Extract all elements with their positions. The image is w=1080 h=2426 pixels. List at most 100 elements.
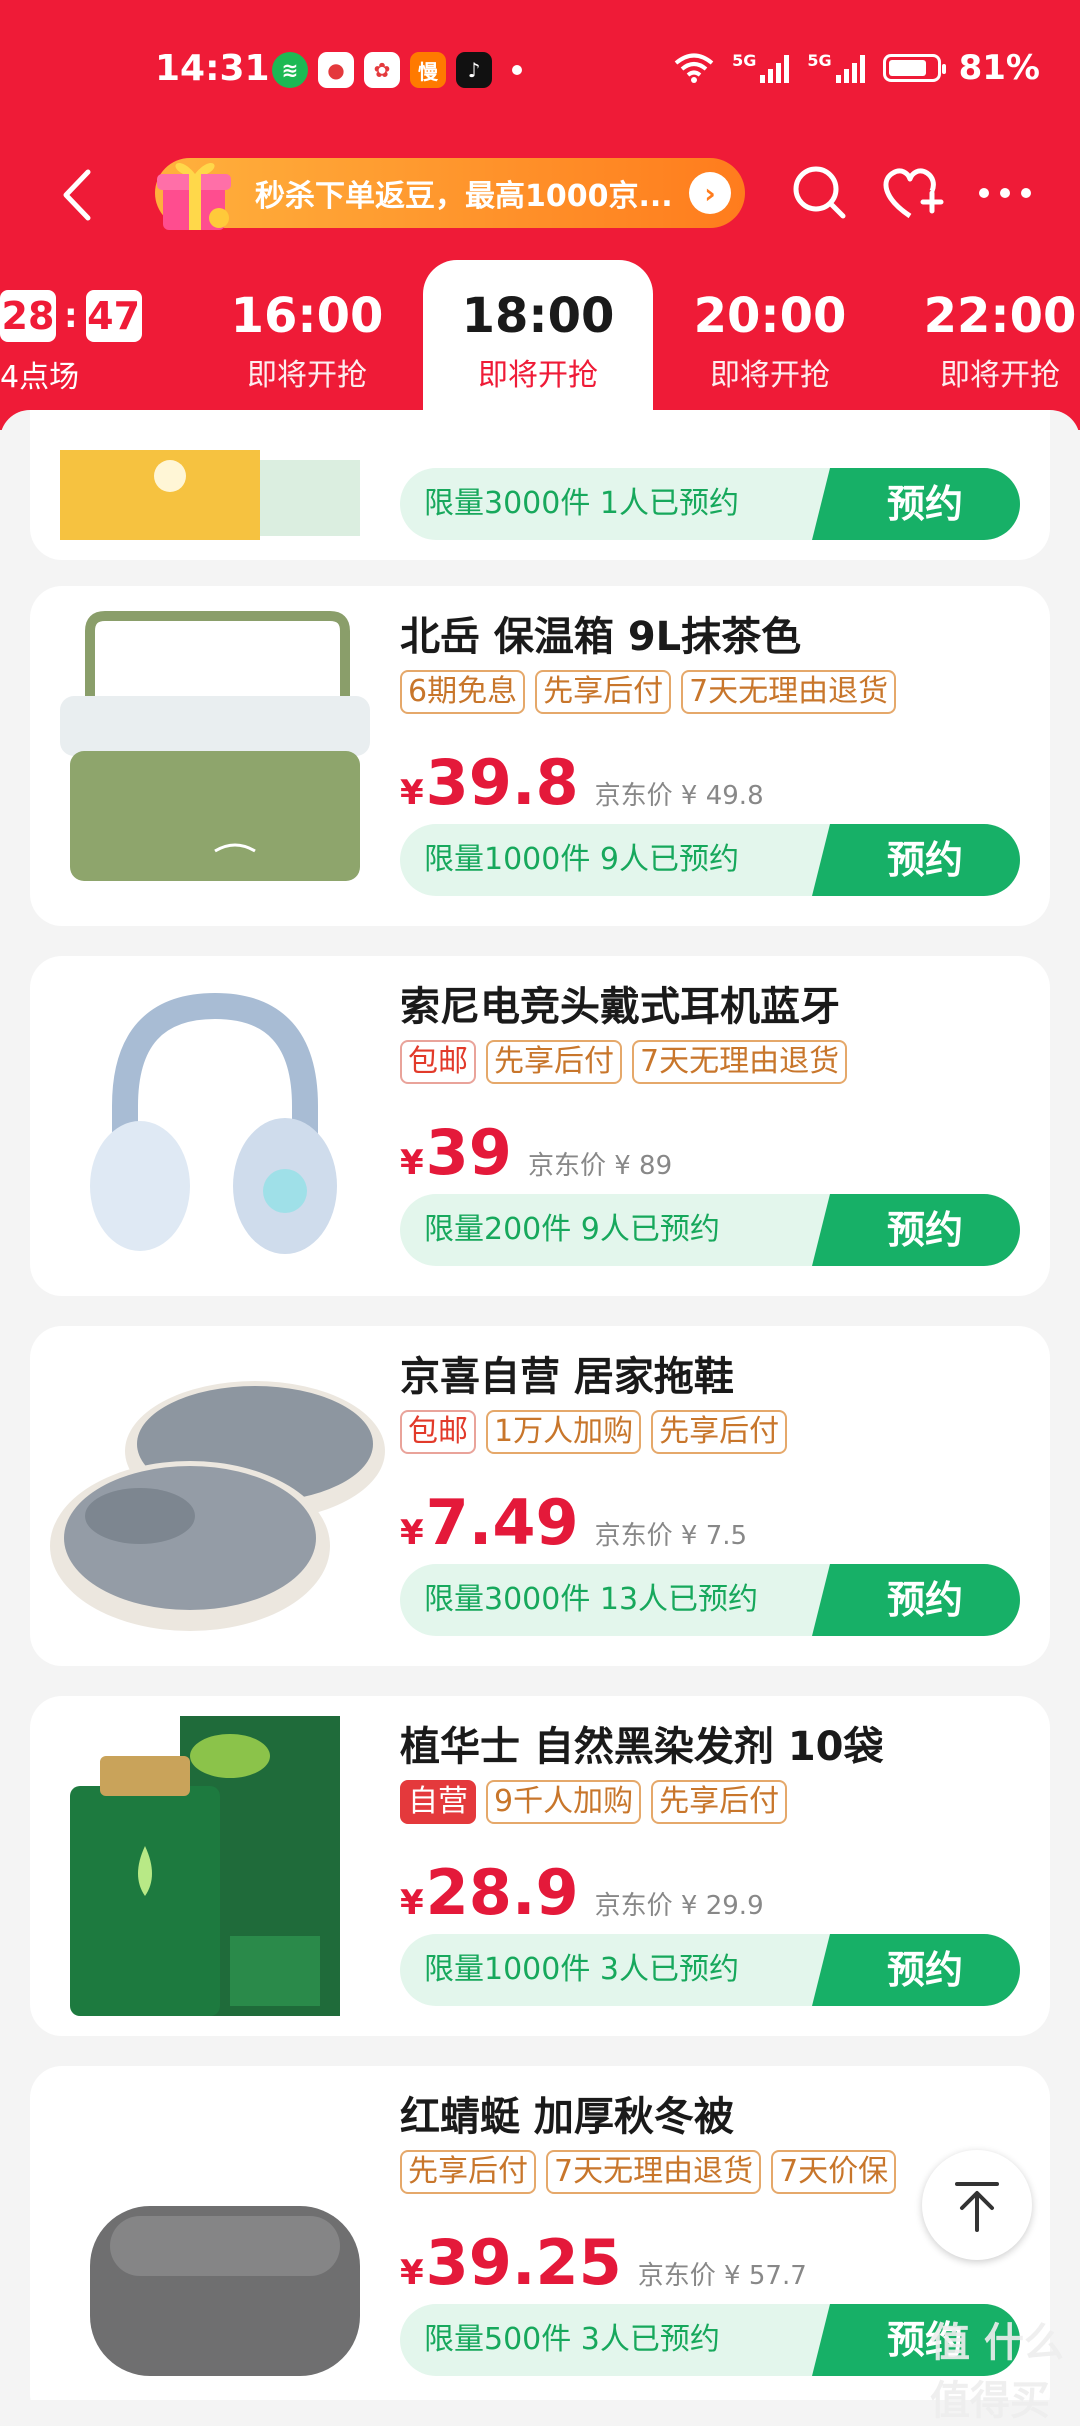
search-icon[interactable] — [785, 158, 855, 228]
price-row: ¥39 京东价 ¥ 89 — [400, 1116, 672, 1189]
tag: 先享后付 — [535, 670, 672, 714]
more-notifications-dot — [512, 65, 522, 75]
signal-2: 5G — [807, 53, 865, 83]
reserve-button[interactable]: 预约 — [812, 1934, 1020, 2006]
tag: 7天价保 — [771, 2150, 897, 2194]
reserve-info: 限量3000件 13人已预约 — [424, 1582, 759, 1617]
tag: 7天无理由退货 — [681, 670, 897, 714]
tag: 7天无理由退货 — [632, 1040, 848, 1084]
tag: 9千人加购 — [486, 1780, 642, 1824]
product-name: 植华士 自然黑染发剂 10袋 — [400, 1724, 884, 1770]
product-name: 北岳 保温箱 9L抹茶色 — [400, 614, 802, 660]
reserve-bar: 限量3000件 1人已预约 预约 — [400, 468, 1020, 540]
tab-time: 22:00 — [923, 288, 1077, 344]
signal-1: 5G — [732, 53, 790, 83]
back-to-top-icon[interactable] — [922, 2150, 1032, 2260]
notification-icons: ≋ ● ✿ 慢 ♪ — [272, 52, 522, 88]
price-row: ¥39.25 京东价 ¥ 57.7 — [400, 2226, 807, 2299]
tag: 包邮 — [400, 1410, 476, 1454]
reserve-info: 限量500件 3人已预约 — [424, 2322, 720, 2357]
time-tabs: 28 : 47 4点场 16:00 即将开抢 18:00 即将开抢 20:00 … — [0, 260, 1080, 430]
wifi-icon — [674, 53, 714, 83]
chevron-right-icon: › — [689, 172, 731, 214]
reserve-info: 限量1000件 3人已预约 — [424, 1952, 739, 1987]
spotify-icon: ≋ — [272, 52, 308, 88]
sale-price: ¥28.9 — [400, 1856, 579, 1929]
slow-icon: 慢 — [410, 52, 446, 88]
taobao-icon: ✿ — [364, 52, 400, 88]
product-tags: 包邮 先享后付 7天无理由退货 — [400, 1040, 848, 1084]
tag: 包邮 — [400, 1040, 476, 1084]
watermark: 值 什么值得买 — [930, 2320, 1064, 2424]
sale-price: ¥39.25 — [400, 2226, 622, 2299]
promo-text: 秒杀下单返豆，最高1000京... — [255, 179, 673, 214]
back-arrow-icon[interactable] — [52, 160, 102, 230]
reserve-bar: 限量3000件 13人已预约 预约 — [400, 1564, 1020, 1636]
jd-price: 京东价 ¥ 57.7 — [637, 2261, 807, 2291]
jd-icon: ● — [318, 52, 354, 88]
price-row: ¥39.8 京东价 ¥ 49.8 — [400, 746, 764, 819]
product-card[interactable]: 限量3000件 1人已预约 预约 — [30, 410, 1050, 560]
product-card[interactable]: 植华士 自然黑染发剂 10袋 自营 9千人加购 先享后付 ¥28.9 京东价 ¥… — [30, 1696, 1050, 2036]
tab-1600[interactable]: 16:00 即将开抢 — [192, 260, 422, 410]
price-row: ¥28.9 京东价 ¥ 29.9 — [400, 1856, 764, 1929]
tiktok-icon: ♪ — [456, 52, 492, 88]
sale-price: ¥39 — [400, 1116, 512, 1189]
reserve-button[interactable]: 预约 — [812, 1194, 1020, 1266]
jd-price: 京东价 ¥ 89 — [527, 1151, 673, 1181]
reserve-info: 限量200件 9人已预约 — [424, 1212, 720, 1247]
promo-banner[interactable]: 秒杀下单返豆，最高1000京... › — [155, 158, 745, 230]
reserve-button[interactable]: 预约 — [812, 468, 1020, 540]
product-card[interactable]: 北岳 保温箱 9L抹茶色 6期免息 先享后付 7天无理由退货 ¥39.8 京东价… — [30, 586, 1050, 926]
tab-label: 即将开抢 — [478, 358, 598, 393]
sale-price: ¥39.8 — [400, 746, 579, 819]
product-image-slippers — [50, 1381, 385, 1631]
tag: 1万人加购 — [486, 1410, 642, 1454]
favorite-add-icon[interactable] — [875, 158, 945, 228]
tag: 先享后付 — [651, 1410, 788, 1454]
product-tags: 包邮 1万人加购 先享后付 — [400, 1410, 788, 1454]
tab-label: 即将开抢 — [247, 358, 367, 393]
header: 14:31 ≋ ● ✿ 慢 ♪ 5G 5G 81% 秒杀下单返豆，最高1000京… — [0, 0, 1080, 430]
battery-icon — [882, 54, 946, 82]
product-image-headphones — [90, 992, 337, 1254]
tab-current-session[interactable]: 28 : 47 4点场 — [0, 260, 150, 410]
system-indicators: 5G 5G 81% — [674, 48, 1040, 88]
tab-2200[interactable]: 22:00 即将开抢 — [885, 260, 1080, 410]
tab-1800[interactable]: 18:00 即将开抢 — [423, 260, 653, 430]
product-list[interactable]: 限量3000件 1人已预约 预约 北岳 保温箱 9L抹茶色 6期免息 先享后付 … — [0, 410, 1080, 2400]
product-card[interactable]: 京喜自营 居家拖鞋 包邮 1万人加购 先享后付 ¥7.49 京东价 ¥ 7.5 … — [30, 1326, 1050, 1666]
reserve-button[interactable]: 预约 — [812, 824, 1020, 896]
tab-label: 即将开抢 — [940, 358, 1060, 393]
tag: 6期免息 — [400, 670, 526, 714]
jd-price: 京东价 ¥ 29.9 — [594, 1891, 764, 1921]
reserve-bar: 限量200件 9人已预约 预约 — [400, 1194, 1020, 1266]
tag: 先享后付 — [400, 2150, 536, 2194]
product-image-hair-dye — [70, 1716, 340, 2016]
reserve-bar: 限量1000件 3人已预约 预约 — [400, 1934, 1020, 2006]
tab-time: 16:00 — [230, 288, 384, 344]
product-name: 索尼电竞头戴式耳机蓝牙 — [400, 984, 840, 1030]
countdown: 28 : 47 — [0, 290, 142, 342]
product-tags: 先享后付 7天无理由退货 7天价保 — [400, 2150, 897, 2194]
nav-row: 秒杀下单返豆，最高1000京... › — [0, 140, 1080, 250]
more-icon[interactable] — [970, 158, 1040, 228]
status-bar: 14:31 ≋ ● ✿ 慢 ♪ 5G 5G 81% — [0, 0, 1080, 140]
tag: 自营 — [400, 1780, 476, 1824]
product-image-cooler — [60, 611, 370, 881]
sale-price: ¥7.49 — [400, 1486, 579, 1559]
status-time: 14:31 — [155, 48, 270, 89]
reserve-button[interactable]: 预约 — [812, 1564, 1020, 1636]
product-image-soap — [60, 450, 360, 540]
tab-2000[interactable]: 20:00 即将开抢 — [655, 260, 885, 410]
product-name: 红蜻蜓 加厚秋冬被 — [400, 2094, 734, 2140]
tab-label: 4点场 — [0, 360, 80, 395]
battery-percent: 81% — [958, 48, 1040, 88]
tag: 先享后付 — [486, 1040, 622, 1084]
product-card[interactable]: 索尼电竞头戴式耳机蓝牙 包邮 先享后付 7天无理由退货 ¥39 京东价 ¥ 89… — [30, 956, 1050, 1296]
product-tags: 自营 9千人加购 先享后付 — [400, 1780, 788, 1824]
tab-time: 18:00 — [461, 288, 615, 344]
reserve-info: 限量3000件 1人已预约 — [424, 486, 739, 521]
product-card[interactable]: 红蜻蜓 加厚秋冬被 先享后付 7天无理由退货 7天价保 ¥39.25 京东价 ¥… — [30, 2066, 1050, 2400]
reserve-bar: 限量1000件 9人已预约 预约 — [400, 824, 1020, 896]
